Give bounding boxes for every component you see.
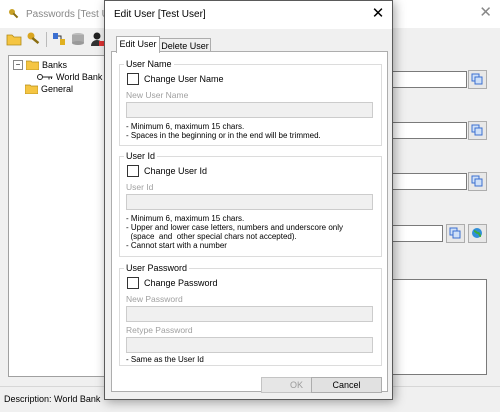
open-url-button[interactable] <box>468 224 487 243</box>
checkbox-box[interactable] <box>127 277 139 289</box>
user-name-note: - Spaces in the beginning or in the end … <box>126 131 321 140</box>
new-password-label: New Password <box>126 294 183 304</box>
dialog-close-icon[interactable]: ✕ <box>369 5 387 23</box>
copy-icon <box>449 227 461 239</box>
folder-icon <box>25 84 38 94</box>
change-password-checkbox[interactable]: Change Password <box>127 277 218 289</box>
user-id-label: User Id <box>126 182 154 192</box>
checkbox-box[interactable] <box>127 165 139 177</box>
new-password-input[interactable] <box>126 306 373 322</box>
copy-button[interactable] <box>468 172 487 191</box>
tree-item-world-bank[interactable]: World Bank <box>37 72 102 82</box>
edit-user-dialog: Edit User [Test User] ✕ Edit User Delete… <box>104 0 393 400</box>
tab-edit-user[interactable]: Edit User <box>116 36 160 53</box>
toolbar-separator <box>46 32 47 47</box>
new-user-name-label: New User Name <box>126 90 189 100</box>
group-title: User Name <box>124 59 174 69</box>
tree-item-general[interactable]: General <box>25 84 73 94</box>
tree-item-label: World Bank <box>56 72 103 82</box>
copy-button[interactable] <box>468 70 487 89</box>
tree-item-banks[interactable]: − Banks <box>13 60 67 70</box>
app-keys-icon <box>9 9 19 19</box>
checkbox-label: Change User Name <box>144 74 224 84</box>
tree-view[interactable]: − Banks World Bank General <box>8 55 105 377</box>
retype-password-input[interactable] <box>126 337 373 353</box>
copy-button[interactable] <box>468 121 487 140</box>
tree-item-label: Banks <box>42 60 68 70</box>
dialog-titlebar: Edit User [Test User] ✕ <box>105 1 392 29</box>
user-id-note: - Cannot start with a number <box>126 241 227 250</box>
status-text: Description: World Bank <box>4 394 101 404</box>
key-icon <box>37 74 53 80</box>
user-id-input[interactable] <box>126 194 373 210</box>
checkbox-box[interactable] <box>127 73 139 85</box>
new-user-name-input[interactable] <box>126 102 373 118</box>
group-title: User Id <box>124 151 158 161</box>
cancel-button[interactable]: Cancel <box>311 377 382 393</box>
checkbox-label: Change User Id <box>144 166 208 176</box>
keys-icon[interactable] <box>26 31 42 47</box>
database-icon[interactable] <box>70 31 86 47</box>
user-id-group: User Id Change User Id User Id - Minimum… <box>119 151 382 257</box>
globe-icon <box>472 228 482 238</box>
checkbox-label: Change Password <box>144 278 218 288</box>
retype-password-label: Retype Password <box>126 325 193 335</box>
tree-item-label: General <box>41 84 74 94</box>
main-close-icon[interactable]: ✕ <box>479 5 492 20</box>
user-name-group: User Name Change User Name New User Name… <box>119 59 382 146</box>
copy-icon <box>471 124 483 136</box>
copy-icon <box>471 175 483 187</box>
user-icon[interactable] <box>89 31 105 47</box>
edit-user-panel: User Name Change User Name New User Name… <box>111 51 388 393</box>
folder-icon[interactable] <box>6 31 22 47</box>
dialog-title: Edit User [Test User] <box>114 9 206 20</box>
change-user-name-checkbox[interactable]: Change User Name <box>127 73 224 85</box>
folder-icon <box>26 60 39 70</box>
copy-icon <box>471 73 483 85</box>
password-note: - Same as the User Id <box>126 355 204 364</box>
expander-icon[interactable]: − <box>13 60 23 70</box>
copy-button[interactable] <box>446 224 465 243</box>
connect-icon[interactable] <box>51 31 67 47</box>
user-password-group: User Password Change Password New Passwo… <box>119 263 382 366</box>
group-title: User Password <box>124 263 190 273</box>
change-user-id-checkbox[interactable]: Change User Id <box>127 165 207 177</box>
